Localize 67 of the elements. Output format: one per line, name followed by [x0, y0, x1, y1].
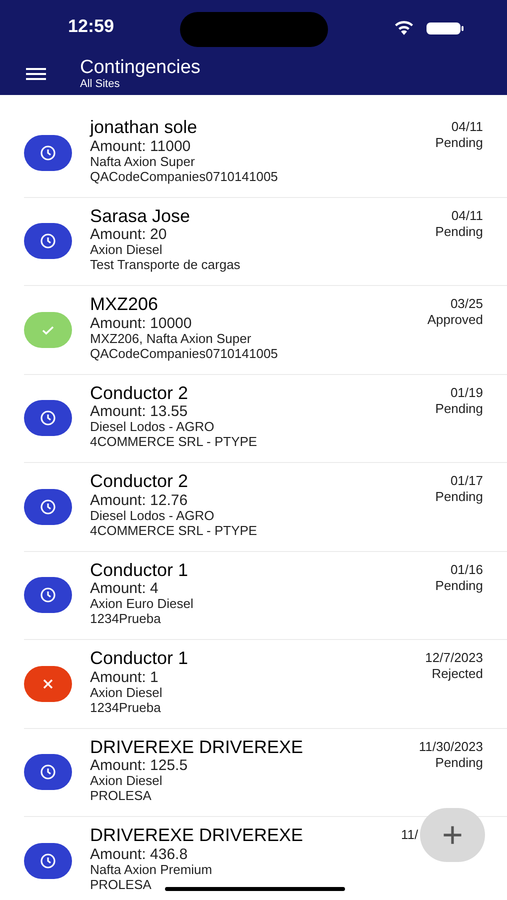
status-text: Pending: [435, 224, 483, 240]
driver-name: Conductor 1: [90, 560, 188, 580]
date-text: 01/16: [450, 562, 483, 578]
status-text: Rejected: [432, 666, 483, 682]
amount-text: Amount: 13.55: [90, 403, 188, 420]
battery-icon: [426, 22, 464, 35]
company-text: 4COMMERCE SRL - PTYPE: [90, 524, 258, 539]
amount-text: Amount: 1: [90, 668, 158, 686]
date-text: 01/19: [450, 384, 483, 401]
contingency-row[interactable]: jonathan sole Amount: 11000 Nafta Axion Super QACodeCompanies0710141005 04/11 Pending: [24, 109, 507, 198]
date-text: 11/: [401, 827, 418, 844]
amount-text: Amount: 4: [90, 580, 158, 598]
company-text: Test Transporte de cargas: [90, 258, 240, 274]
driver-name: Sarasa Jose: [90, 206, 190, 226]
product-text: Diesel Lodos - AGRO: [90, 420, 214, 436]
product-text: Diesel Lodos - AGRO: [90, 508, 214, 524]
driver-name: Conductor 2: [90, 471, 188, 492]
product-text: Axion Euro Diesel: [90, 597, 194, 612]
driver-name: jonathan sole: [90, 117, 198, 138]
product-text: Axion Diesel: [90, 243, 162, 258]
driver-name: MXZ206: [90, 294, 158, 315]
company-text: 4COMMERCE SRL - PTYPE: [90, 435, 258, 450]
driver-name: DRIVEREXE DRIVEREXE: [90, 736, 304, 758]
contingency-row[interactable]: Sarasa Jose Amount: 20 Axion Diesel Test Transporte de cargas 04/11 Pending: [24, 198, 507, 286]
status-text: Pending: [435, 135, 483, 152]
amount-text: Amount: 436.8: [90, 846, 188, 863]
contingency-row[interactable]: Conductor 2 Amount: 12.76 Diesel Lodos - AGRO 4COMMERCE SRL - PTYPE 01/17 Pending: [24, 463, 507, 552]
product-text: Nafta Axion Premium: [90, 862, 212, 878]
status-text: Pending: [435, 754, 483, 771]
product-text: Nafta Axion Super: [90, 154, 195, 170]
status-text: Pending: [435, 400, 483, 417]
amount-text: Amount: 10000: [90, 314, 192, 332]
amount-text: Amount: 12.76: [90, 492, 188, 509]
product-text: Axion Diesel: [90, 686, 162, 701]
company-text: QACodeCompanies0710141005: [90, 170, 278, 185]
menu-icon[interactable]: [26, 68, 46, 80]
amount-text: Amount: 125.5: [90, 757, 188, 774]
driver-name: Conductor 2: [90, 382, 188, 404]
status-time: 12:59: [68, 14, 114, 38]
contingency-row[interactable]: Conductor 1 Amount: 4 Axion Euro Diesel 1234Prueba 01/16 Pending: [24, 552, 507, 640]
status-text: Approved: [427, 312, 483, 328]
driver-name: Conductor 1: [90, 648, 188, 669]
contingency-row[interactable]: MXZ206 Amount: 10000 MXZ206, Nafta Axion Super QACodeCompanies0710141005 03/25 Approved: [24, 286, 507, 374]
date-text: 04/11: [451, 119, 483, 136]
status-text: Pending: [435, 489, 483, 506]
company-text: 1234Prueba: [90, 612, 161, 628]
product-text: MXZ206, Nafta Axion Super: [90, 332, 252, 347]
contingency-row[interactable]: Conductor 2 Amount: 13.55 Diesel Lodos - AGRO 4COMMERCE SRL - PTYPE 01/19 Pending: [24, 374, 507, 463]
date-text: 01/17: [450, 473, 483, 490]
contingency-row[interactable]: Conductor 1 Amount: 1 Axion Diesel 1234Prueba 12/7/2023 Rejected: [24, 640, 507, 728]
page-title: Contingencies: [80, 58, 200, 76]
date-text: 12/7/2023: [425, 650, 483, 666]
amount-text: Amount: 20: [90, 226, 167, 244]
date-text: 03/25: [450, 296, 483, 312]
wifi-icon: [394, 20, 414, 35]
company-text: PROLESA: [90, 878, 152, 893]
company-text: 1234Prueba: [90, 700, 161, 716]
date-text: 04/11: [451, 208, 483, 224]
date-text: 11/30/2023: [418, 738, 483, 755]
product-text: Axion Diesel: [90, 774, 162, 790]
company-text: PROLESA: [90, 789, 152, 804]
status-text: Pending: [435, 578, 483, 594]
page-subtitle: All Sites: [80, 78, 121, 90]
amount-text: Amount: 11000: [90, 138, 191, 155]
add-button[interactable]: +: [420, 808, 485, 862]
driver-name: DRIVEREXE DRIVEREXE: [90, 825, 304, 846]
company-text: QACodeCompanies0710141005: [90, 346, 278, 362]
